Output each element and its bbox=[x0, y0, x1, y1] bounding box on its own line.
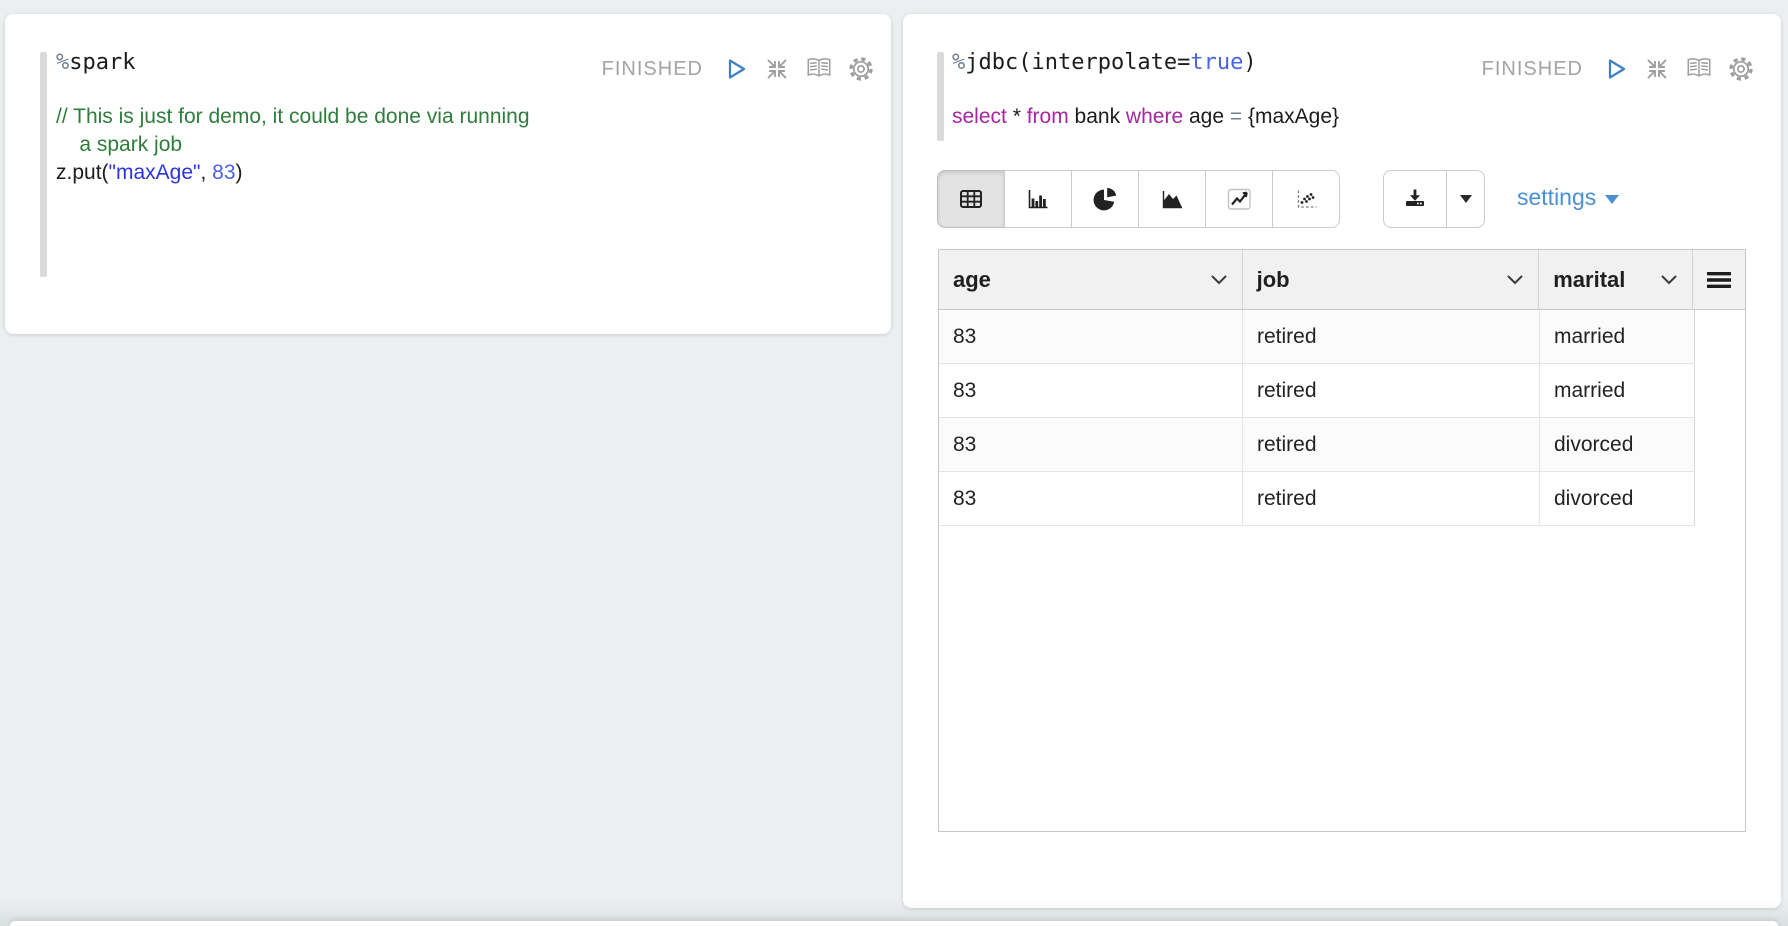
interpreter-binding-jdbc[interactable]: %jdbc(interpolate=true) bbox=[952, 49, 1257, 76]
table-cell: retired bbox=[1243, 418, 1540, 471]
paragraph-controls: FINISHED bbox=[602, 55, 875, 83]
output-book-icon[interactable] bbox=[1685, 55, 1713, 83]
display-settings-toggle[interactable]: settings bbox=[1517, 184, 1619, 211]
table-cell: married bbox=[1540, 310, 1695, 363]
chart-type-scatter-button[interactable] bbox=[1272, 170, 1340, 228]
run-icon[interactable] bbox=[721, 55, 749, 83]
code-line: z.put("maxAge", 83) bbox=[56, 159, 530, 187]
table-row: 83retireddivorced bbox=[939, 418, 1695, 472]
gear-icon[interactable] bbox=[847, 55, 875, 83]
compress-icon[interactable] bbox=[1643, 55, 1671, 83]
chevron-down-icon bbox=[1660, 274, 1678, 285]
code-editor-jdbc[interactable]: select * from bank where age = {maxAge} bbox=[952, 103, 1339, 131]
code-line: %spark bbox=[56, 49, 135, 76]
next-paragraph-edge bbox=[10, 921, 1778, 926]
column-header-marital[interactable]: marital bbox=[1539, 250, 1693, 310]
paragraph-gutter bbox=[40, 52, 47, 277]
interpreter-binding-spark[interactable]: %spark bbox=[56, 49, 135, 76]
paragraph-gutter bbox=[937, 52, 944, 141]
scatter-chart-icon bbox=[1292, 185, 1320, 213]
download-button-group bbox=[1383, 170, 1485, 228]
status-badge: FINISHED bbox=[1482, 58, 1583, 81]
table-row: 83retiredmarried bbox=[939, 364, 1695, 418]
chevron-down-icon bbox=[1210, 274, 1228, 285]
table-menu-button[interactable] bbox=[1693, 250, 1745, 310]
chevron-down-icon bbox=[1506, 274, 1524, 285]
code-line: a spark job bbox=[56, 131, 530, 159]
table-cell: 83 bbox=[939, 472, 1243, 525]
column-label: job bbox=[1257, 267, 1290, 293]
hamburger-menu-icon bbox=[1706, 271, 1732, 289]
chart-type-bar-button[interactable] bbox=[1004, 170, 1072, 228]
table-cell: divorced bbox=[1540, 418, 1695, 471]
download-button[interactable] bbox=[1383, 170, 1447, 228]
chart-type-pie-button[interactable] bbox=[1071, 170, 1139, 228]
table-cell: 83 bbox=[939, 310, 1243, 363]
table-row: 83retireddivorced bbox=[939, 472, 1695, 526]
run-icon[interactable] bbox=[1601, 55, 1629, 83]
chart-type-toolbar bbox=[937, 170, 1340, 228]
column-label: age bbox=[953, 267, 991, 293]
result-table-header: age job marital bbox=[939, 250, 1745, 310]
table-row: 83retiredmarried bbox=[939, 310, 1695, 364]
caret-down-icon bbox=[1460, 195, 1472, 203]
table-cell: retired bbox=[1243, 472, 1540, 525]
compress-icon[interactable] bbox=[763, 55, 791, 83]
status-badge: FINISHED bbox=[602, 58, 703, 81]
bar-chart-icon bbox=[1024, 185, 1052, 213]
table-cell: 83 bbox=[939, 418, 1243, 471]
zeppelin-notebook: %spark FINISHED bbox=[0, 0, 1788, 926]
settings-label: settings bbox=[1517, 184, 1596, 211]
code-line: select * from bank where age = {maxAge} bbox=[952, 103, 1339, 131]
column-label: marital bbox=[1553, 267, 1625, 293]
chart-type-line-button[interactable] bbox=[1205, 170, 1273, 228]
pie-chart-icon bbox=[1091, 185, 1119, 213]
table-cell: 83 bbox=[939, 364, 1243, 417]
result-table: agejobmarital 83retiredmarried83retiredm… bbox=[938, 249, 1746, 832]
table-cell: divorced bbox=[1540, 472, 1695, 525]
line-chart-icon bbox=[1225, 185, 1253, 213]
paragraph-controls: FINISHED bbox=[1482, 55, 1755, 83]
download-options-button[interactable] bbox=[1447, 170, 1485, 228]
chart-type-area-button[interactable] bbox=[1138, 170, 1206, 228]
table-cell: married bbox=[1540, 364, 1695, 417]
paragraph-spark: %spark FINISHED bbox=[5, 14, 891, 334]
table-cell: retired bbox=[1243, 364, 1540, 417]
code-editor-spark[interactable]: // This is just for demo, it could be do… bbox=[56, 103, 530, 187]
code-line: // This is just for demo, it could be do… bbox=[56, 103, 530, 131]
code-line: %jdbc(interpolate=true) bbox=[952, 49, 1257, 76]
download-icon bbox=[1401, 185, 1429, 213]
table-grid-icon bbox=[957, 185, 985, 213]
table-cell: retired bbox=[1243, 310, 1540, 363]
output-book-icon[interactable] bbox=[805, 55, 833, 83]
gear-icon[interactable] bbox=[1727, 55, 1755, 83]
column-header-age[interactable]: age bbox=[939, 250, 1243, 310]
caret-down-icon bbox=[1605, 195, 1619, 204]
area-chart-icon bbox=[1158, 185, 1186, 213]
column-header-job[interactable]: job bbox=[1243, 250, 1540, 310]
chart-type-table-button[interactable] bbox=[937, 170, 1005, 228]
result-table-body: 83retiredmarried83retiredmarried83retire… bbox=[939, 310, 1745, 526]
paragraph-jdbc: %jdbc(interpolate=true) FINISHED bbox=[903, 14, 1781, 908]
